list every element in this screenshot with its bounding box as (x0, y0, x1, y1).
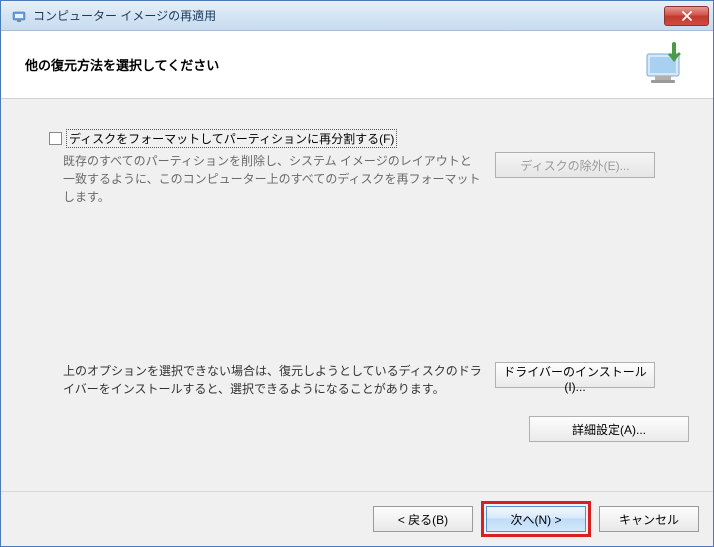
app-icon (11, 8, 27, 24)
lower-section: 上のオプションを選択できない場合は、復元しようとしているディスクのドライバーをイ… (25, 362, 689, 442)
titlebar: コンピューター イメージの再適用 (1, 1, 713, 31)
footer: < 戻る(B) 次へ(N) > キャンセル (1, 491, 713, 546)
advanced-settings-button[interactable]: 詳細設定(A)... (529, 416, 689, 442)
format-desc-row: 既存のすべてのパーティションを削除し、システム イメージのレイアウトと一致するよ… (25, 152, 689, 206)
format-option-row: ディスクをフォーマットしてパーティションに再分割する(F) (25, 129, 689, 148)
window-title: コンピューター イメージの再適用 (33, 7, 664, 24)
driver-description: 上のオプションを選択できない場合は、復元しようとしているディスクのドライバーをイ… (63, 362, 483, 398)
header: 他の復元方法を選択してください (1, 31, 713, 99)
close-button[interactable] (664, 6, 709, 26)
driver-row: 上のオプションを選択できない場合は、復元しようとしているディスクのドライバーをイ… (25, 362, 689, 398)
format-description: 既存のすべてのパーティションを削除し、システム イメージのレイアウトと一致するよ… (63, 152, 483, 206)
window-frame: コンピューター イメージの再適用 他の復元方法を選択してください (0, 0, 714, 547)
next-button[interactable]: 次へ(N) > (486, 506, 586, 532)
close-icon (682, 11, 692, 21)
content-area: ディスクをフォーマットしてパーティションに再分割する(F) 既存のすべてのパーテ… (1, 99, 713, 491)
page-title: 他の復元方法を選択してください (25, 55, 639, 74)
next-highlight: 次へ(N) > (481, 501, 591, 537)
cancel-button[interactable]: キャンセル (599, 506, 699, 532)
install-drivers-button[interactable]: ドライバーのインストール(I)... (495, 362, 655, 388)
back-button[interactable]: < 戻る(B) (373, 506, 473, 532)
advanced-row: 詳細設定(A)... (25, 416, 689, 442)
format-checkbox-label[interactable]: ディスクをフォーマットしてパーティションに再分割する(F) (66, 129, 397, 148)
header-icon (639, 40, 689, 90)
exclude-disks-button: ディスクの除外(E)... (495, 152, 655, 178)
format-checkbox[interactable] (49, 132, 62, 145)
